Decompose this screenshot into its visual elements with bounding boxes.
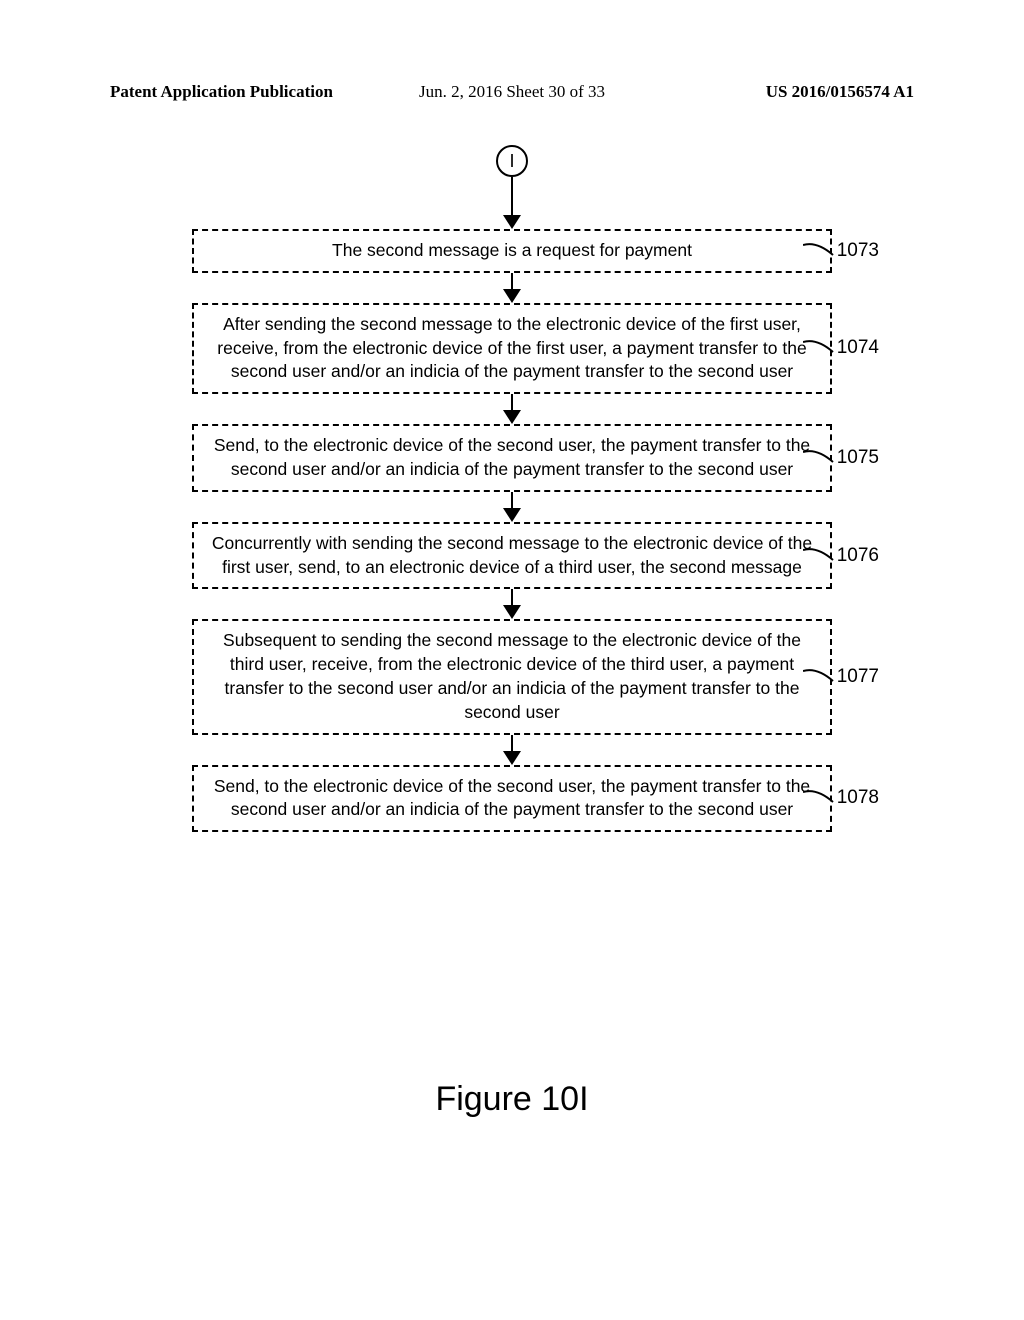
ref-label: 1076 [837,545,879,567]
step-text: Send, to the electronic device of the se… [214,776,810,820]
step-text: Concurrently with sending the second mes… [212,533,812,577]
step-1078-wrap: Send, to the electronic device of the se… [115,765,909,833]
step-1074-wrap: After sending the second message to the … [115,303,909,394]
page-header: Patent Application Publication Jun. 2, 2… [0,82,1024,102]
step-text: Subsequent to sending the second message… [223,630,801,721]
header-center: Jun. 2, 2016 Sheet 30 of 33 [0,82,1024,102]
flowchart: I The second message is a request for pa… [115,135,909,832]
connector-circle: I [496,145,528,177]
step-1077: Subsequent to sending the second message… [192,619,832,734]
step-1074: After sending the second message to the … [192,303,832,394]
step-text: Send, to the electronic device of the se… [214,435,810,479]
step-1076: Concurrently with sending the second mes… [192,522,832,590]
step-1077-wrap: Subsequent to sending the second message… [115,619,909,734]
ref-1078: 1078 [803,787,879,809]
step-1073: The second message is a request for paym… [192,229,832,273]
ref-1073: 1073 [803,240,879,262]
ref-1076: 1076 [803,545,879,567]
ref-label: 1077 [837,666,879,688]
ref-1077: 1077 [803,666,879,688]
figure-title: Figure 10I [0,1080,1024,1119]
step-text: The second message is a request for paym… [332,240,692,260]
ref-label: 1078 [837,787,879,809]
step-text: After sending the second message to the … [217,314,806,382]
step-1078: Send, to the electronic device of the se… [192,765,832,833]
ref-1075: 1075 [803,447,879,469]
ref-1074: 1074 [803,337,879,359]
ref-label: 1074 [837,337,879,359]
connector-label: I [509,151,514,172]
step-1073-wrap: The second message is a request for paym… [115,229,909,273]
step-1075: Send, to the electronic device of the se… [192,424,832,492]
ref-label: 1075 [837,447,879,469]
step-1075-wrap: Send, to the electronic device of the se… [115,424,909,492]
step-1076-wrap: Concurrently with sending the second mes… [115,522,909,590]
ref-label: 1073 [837,240,879,262]
